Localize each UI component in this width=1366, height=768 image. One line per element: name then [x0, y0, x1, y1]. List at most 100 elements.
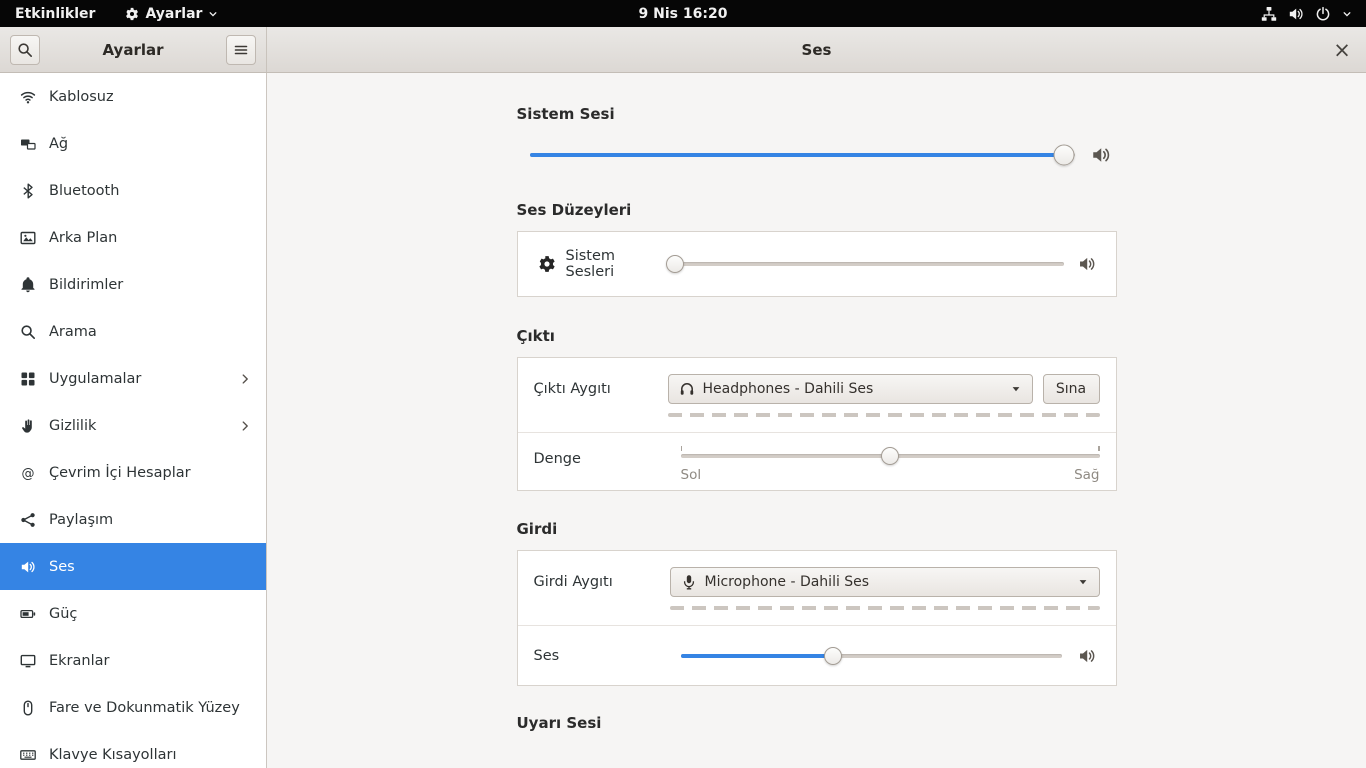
header-bar: Ayarlar Ses ×	[0, 27, 1366, 73]
activities-button[interactable]: Etkinlikler	[9, 0, 101, 27]
input-device-dropdown[interactable]: Microphone - Dahili Ses	[669, 567, 1100, 597]
chevron-right-icon	[238, 372, 252, 386]
input-volume-label: Ses	[533, 647, 560, 664]
input-card: Girdi Aygıtı Microphone - Dahili Ses Ses	[516, 550, 1117, 686]
search-icon	[20, 324, 36, 340]
output-device-value: Headphones - Dahili Ses	[702, 381, 874, 397]
dropdown-arrow-icon	[1077, 576, 1089, 588]
sidebar-item-displays[interactable]: Ekranlar	[0, 637, 266, 684]
output-card: Çıktı Aygıtı Headphones - Dahili Ses Sın…	[516, 357, 1117, 491]
sidebar-item-notifications[interactable]: Bildirimler	[0, 261, 266, 308]
sidebar-item-label: Kablosuz	[49, 88, 114, 105]
slider-thumb[interactable]	[823, 646, 842, 665]
sidebar-item-power[interactable]: Güç	[0, 590, 266, 637]
headphones-icon	[679, 381, 695, 397]
slider-thumb[interactable]	[666, 255, 685, 273]
sidebar-title: Ayarlar	[102, 40, 164, 59]
sidebar-header: Ayarlar	[0, 27, 267, 72]
battery-icon	[20, 606, 36, 622]
speaker-icon	[1078, 255, 1096, 273]
system-sounds-row: Sistem Sesleri	[518, 232, 1116, 296]
sidebar-item-search[interactable]: Arama	[0, 308, 266, 355]
sidebar-item-label: Gizlilik	[49, 417, 97, 434]
output-device-label: Çıktı Aygıtı	[533, 381, 611, 397]
sidebar-item-sharing[interactable]: Paylaşım	[0, 496, 266, 543]
chevron-down-icon	[1342, 9, 1352, 19]
sidebar-item-label: Klavye Kısayolları	[49, 746, 177, 763]
section-title-input: Girdi	[516, 520, 558, 538]
input-device-label: Girdi Aygıtı	[533, 574, 613, 590]
sidebar-item-keyboard[interactable]: Klavye Kısayolları	[0, 731, 266, 768]
online-accounts-icon: @	[20, 465, 36, 481]
sidebar-item-background[interactable]: Arka Plan	[0, 214, 266, 261]
mouse-icon	[20, 700, 36, 716]
displays-icon	[20, 653, 36, 669]
bell-icon	[20, 276, 36, 293]
sidebar-item-network[interactable]: Ağ	[0, 120, 266, 167]
sidebar-item-label: Güç	[49, 605, 78, 622]
sidebar-item-wireless[interactable]: Kablosuz	[0, 73, 266, 120]
balance-slider[interactable]	[680, 444, 1100, 468]
sidebar-item-sound[interactable]: Ses	[0, 543, 266, 590]
sidebar-item-label: Bluetooth	[49, 182, 120, 199]
output-level-indicator	[667, 413, 1100, 417]
page-header: Ses ×	[267, 27, 1366, 72]
slider-thumb[interactable]	[1053, 144, 1075, 166]
input-device-value: Microphone - Dahili Ses	[704, 574, 870, 590]
section-title-system-volume: Sistem Sesi	[516, 105, 615, 123]
chevron-down-icon	[208, 9, 218, 19]
network-tree-icon	[1261, 6, 1277, 22]
microphone-icon	[681, 574, 697, 590]
input-level-indicator	[669, 606, 1100, 610]
sidebar: Kablosuz Ağ Bluetooth Arka Plan Bildirim…	[0, 73, 267, 768]
svg-text:@: @	[22, 466, 35, 481]
sidebar-item-privacy[interactable]: Gizlilik	[0, 402, 266, 449]
privacy-icon	[20, 418, 36, 434]
sidebar-item-applications[interactable]: Uygulamalar	[0, 355, 266, 402]
speaker-icon	[1078, 647, 1096, 665]
gear-icon	[125, 7, 139, 21]
bluetooth-icon	[20, 183, 36, 199]
apps-icon	[20, 371, 36, 387]
sidebar-item-label: Bildirimler	[49, 276, 124, 293]
sound-panel: Sistem Sesi Ses Düzeyleri Sistem Sesleri	[267, 73, 1366, 768]
sidebar-item-label: Arka Plan	[49, 229, 118, 246]
balance-right-label: Sağ	[1074, 467, 1100, 483]
sidebar-item-label: Uygulamalar	[49, 370, 142, 387]
input-volume-slider[interactable]	[680, 644, 1062, 668]
system-status-area[interactable]	[1247, 0, 1366, 27]
chevron-right-icon	[238, 419, 252, 433]
clock[interactable]: 9 Nis 16:20	[639, 6, 728, 22]
sidebar-item-label: Ekranlar	[49, 652, 110, 669]
appmenu-button[interactable]: Ayarlar	[119, 0, 224, 27]
system-volume-slider[interactable]	[529, 143, 1075, 167]
section-title-alert-sound: Uyarı Sesi	[516, 714, 602, 732]
appmenu-label: Ayarlar	[145, 5, 203, 22]
speaker-icon	[1091, 145, 1111, 165]
background-icon	[20, 230, 36, 246]
sidebar-item-online-accounts[interactable]: @ Çevrim İçi Hesaplar	[0, 449, 266, 496]
search-button[interactable]	[10, 34, 40, 65]
page-title: Ses	[801, 40, 832, 59]
close-button[interactable]: ×	[1326, 34, 1358, 66]
sidebar-item-mouse[interactable]: Fare ve Dokunmatik Yüzey	[0, 684, 266, 731]
sidebar-item-bluetooth[interactable]: Bluetooth	[0, 167, 266, 214]
top-bar: Etkinlikler Ayarlar 9 Nis 16:20	[0, 0, 1366, 27]
system-sounds-slider[interactable]	[666, 252, 1064, 276]
balance-row: Denge Sol Sağ	[517, 432, 1116, 490]
slider-thumb[interactable]	[881, 447, 899, 465]
wifi-icon	[20, 89, 36, 105]
test-speakers-button[interactable]: Sına	[1042, 374, 1100, 404]
balance-label: Denge	[533, 451, 581, 467]
sidebar-item-label: Arama	[49, 323, 97, 340]
power-icon	[1315, 6, 1331, 22]
input-volume-row: Ses	[517, 625, 1116, 685]
output-device-dropdown[interactable]: Headphones - Dahili Ses	[667, 374, 1033, 404]
volume-levels-card: Sistem Sesleri	[516, 231, 1117, 297]
sound-icon	[20, 559, 36, 575]
menu-button[interactable]	[225, 34, 256, 65]
network-icon	[20, 136, 36, 152]
sidebar-item-label: Paylaşım	[49, 511, 114, 528]
output-device-row: Çıktı Aygıtı Headphones - Dahili Ses Sın…	[518, 358, 1116, 432]
input-device-row: Girdi Aygıtı Microphone - Dahili Ses	[518, 551, 1116, 625]
